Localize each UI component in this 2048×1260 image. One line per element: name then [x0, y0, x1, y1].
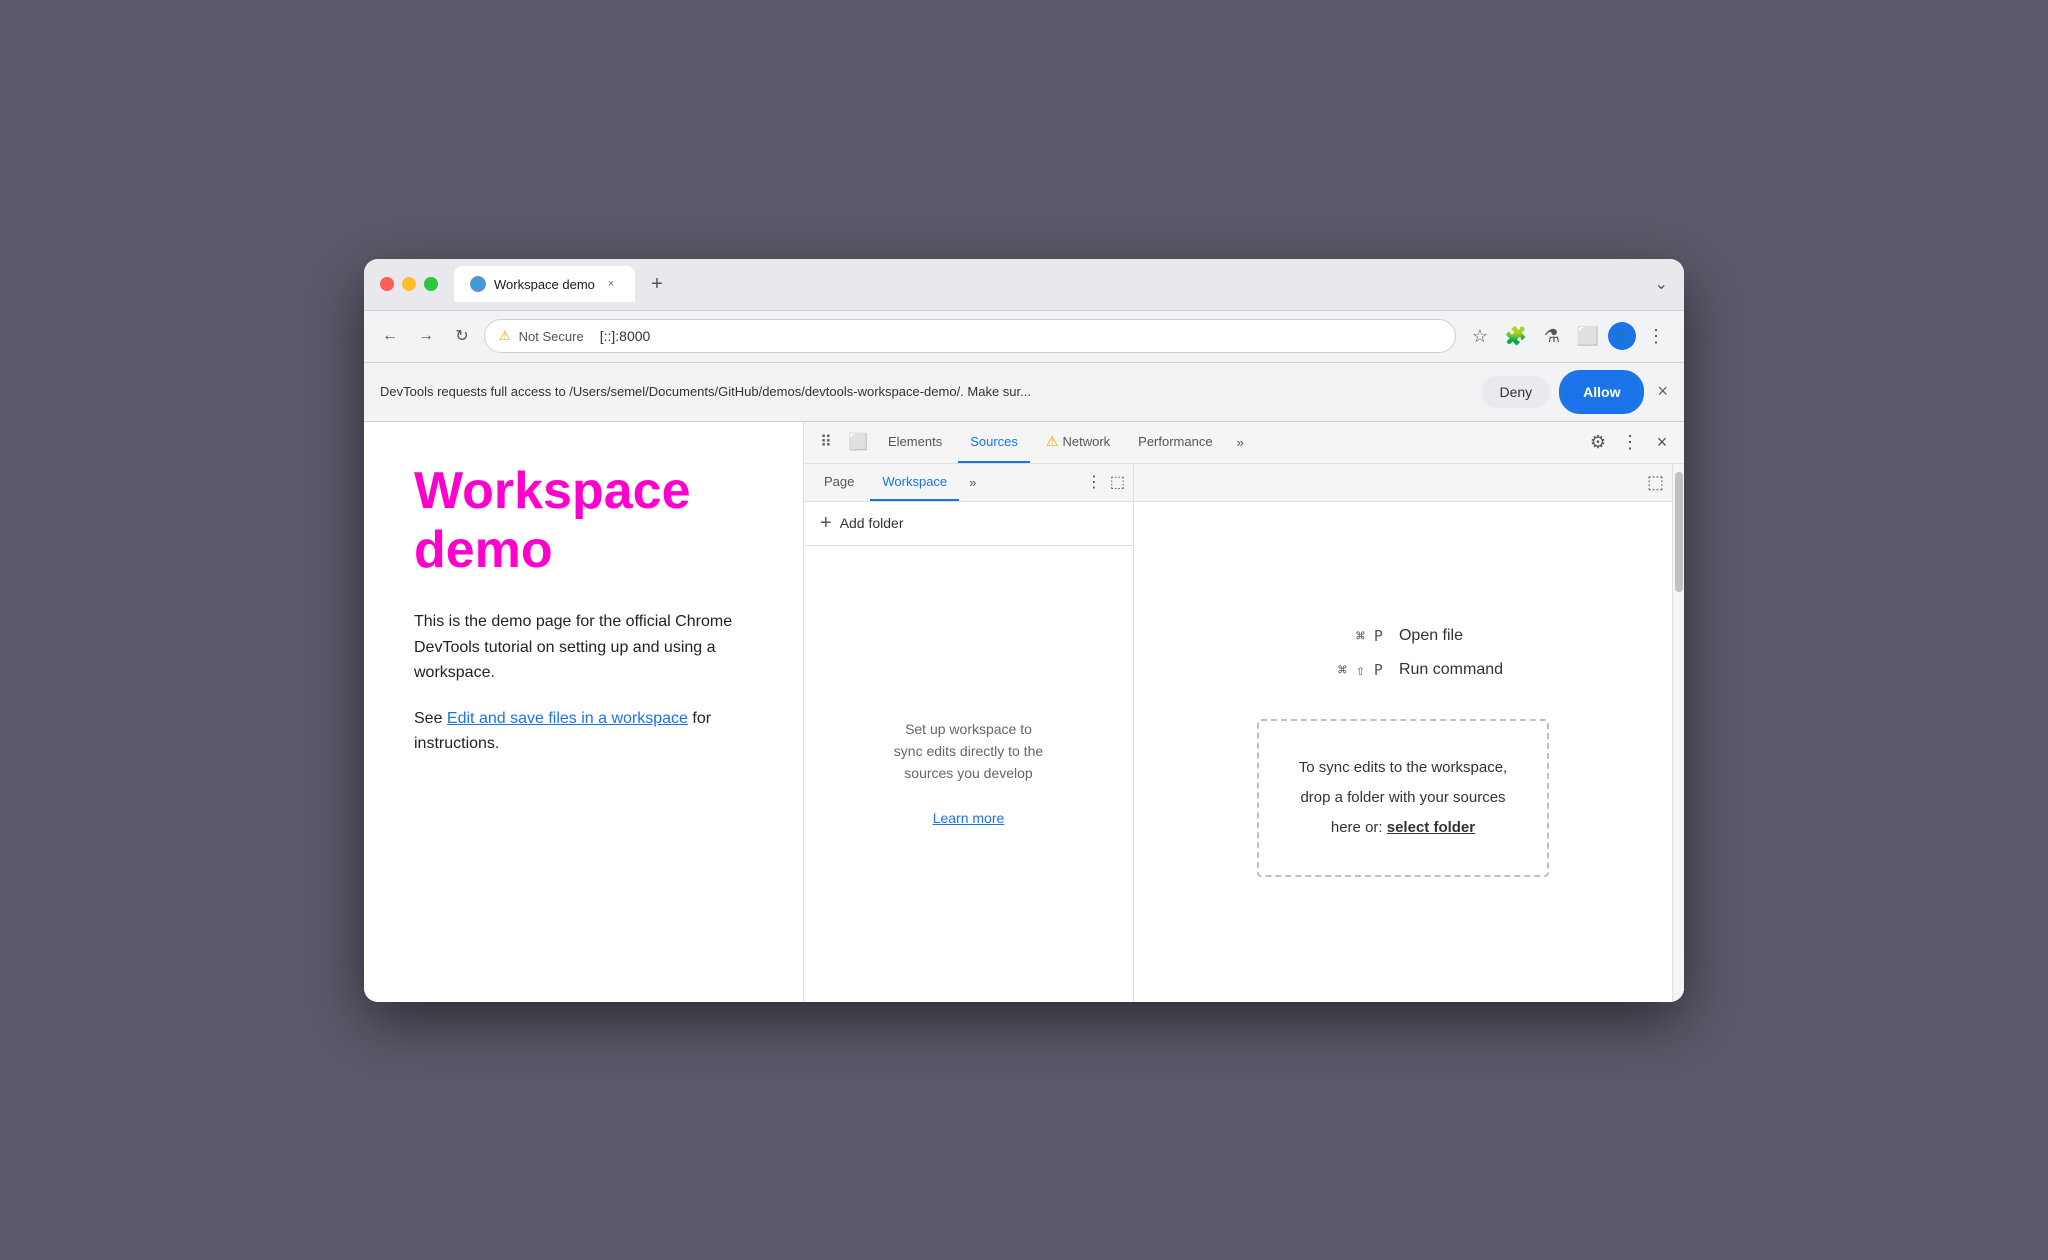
shortcut1-keys: ⌘ P: [1303, 627, 1383, 645]
subtab-kebab-button[interactable]: ⋮: [1086, 472, 1102, 492]
workspace-empty-line1: Set up workspace to: [905, 718, 1032, 740]
new-tab-button[interactable]: +: [643, 270, 671, 298]
traffic-lights: [380, 277, 438, 291]
devtools-panel: ⠿ ⬜ Elements Sources ⚠ Network Performan…: [804, 422, 1684, 1002]
not-secure-label: Not Secure: [519, 329, 584, 344]
subtab-page[interactable]: Page: [812, 463, 866, 501]
workspace-link[interactable]: Edit and save files in a workspace: [447, 710, 688, 727]
devtools-body: Page Workspace » ⋮ ⬚ + Add folder: [804, 464, 1684, 1002]
layout-toggle-button[interactable]: ⬚: [1110, 472, 1125, 492]
workspace-empty-area: Set up workspace to sync edits directly …: [804, 546, 1133, 1002]
webpage-content: Workspace demo This is the demo page for…: [364, 422, 804, 1002]
notification-bar: DevTools requests full access to /Users/…: [364, 363, 1684, 422]
devtools-topbar: ⠿ ⬜ Elements Sources ⚠ Network Performan…: [804, 422, 1684, 464]
devtools-device-icon[interactable]: ⬜: [844, 428, 872, 456]
toolbar-icons: ☆ 🧩 ⚗ ⬜ 👤 ⋮: [1464, 320, 1672, 352]
tab-network[interactable]: ⚠ Network: [1034, 421, 1122, 463]
split-screen-icon[interactable]: ⬜: [1572, 320, 1604, 352]
notification-close-button[interactable]: ×: [1657, 381, 1668, 402]
tab-elements[interactable]: Elements: [876, 421, 954, 463]
page-body-2-prefix: See: [414, 710, 447, 727]
add-folder-label: Add folder: [840, 515, 904, 531]
title-bar: 🌐 Workspace demo × + ⌄: [364, 259, 1684, 311]
tab-bar: 🌐 Workspace demo × +: [454, 266, 1655, 302]
shortcut1-label: Open file: [1399, 627, 1463, 645]
notification-text: DevTools requests full access to /Users/…: [380, 384, 1469, 399]
main-content: Workspace demo This is the demo page for…: [364, 422, 1684, 1002]
add-folder-plus-icon: +: [820, 512, 832, 535]
dt-editor-area: ⌘ P Open file ⌘ ⇧ P Run command To sync …: [1134, 502, 1672, 1002]
drop-zone-line2: drop a folder with your sources: [1299, 783, 1507, 813]
labs-icon[interactable]: ⚗: [1536, 320, 1568, 352]
add-folder-row[interactable]: + Add folder: [804, 502, 1133, 546]
not-secure-icon: ⚠: [499, 328, 511, 344]
sidebar-toggle-button[interactable]: ⬚: [1647, 472, 1664, 493]
back-button[interactable]: ←: [376, 322, 404, 350]
tab-title: Workspace demo: [494, 277, 595, 292]
workspace-empty-line2: sync edits directly to the: [894, 740, 1043, 762]
shortcut2-keys: ⌘ ⇧ P: [1303, 661, 1383, 679]
dt-right-panel: ⬚ ⌘ P Open file ⌘ ⇧ P R: [1134, 464, 1672, 1002]
url-text: [::]:8000: [600, 328, 651, 344]
extensions-icon[interactable]: 🧩: [1500, 320, 1532, 352]
devtools-cursor-icon[interactable]: ⠿: [812, 428, 840, 456]
drop-zone-line1: To sync edits to the workspace,: [1299, 753, 1507, 783]
browser-window: 🌐 Workspace demo × + ⌄ ← → ↻ ⚠ Not Secur…: [364, 259, 1684, 1002]
dt-right-topbar: ⬚: [1134, 464, 1672, 502]
drop-zone-prefix: here or:: [1331, 819, 1387, 836]
subtab-more-button[interactable]: »: [963, 475, 982, 490]
allow-button[interactable]: Allow: [1562, 373, 1641, 411]
profile-icon[interactable]: 👤: [1608, 322, 1636, 350]
dt-subtabs: Page Workspace » ⋮ ⬚: [804, 464, 1133, 502]
network-warn-icon: ⚠: [1046, 433, 1059, 450]
select-folder-link[interactable]: select folder: [1387, 819, 1475, 836]
dt-left-panel: Page Workspace » ⋮ ⬚ + Add folder: [804, 464, 1134, 1002]
shortcut-open-file: ⌘ P Open file: [1303, 627, 1503, 645]
refresh-button[interactable]: ↻: [448, 322, 476, 350]
devtools-close-button[interactable]: ×: [1648, 428, 1676, 456]
drop-zone-line3: here or: select folder: [1299, 813, 1507, 843]
page-body-2: See Edit and save files in a workspace f…: [414, 706, 753, 757]
devtools-settings-icon[interactable]: ⚙: [1584, 428, 1612, 456]
page-body-1: This is the demo page for the official C…: [414, 609, 753, 686]
active-tab[interactable]: 🌐 Workspace demo ×: [454, 266, 635, 302]
workspace-empty-line3: sources you develop: [904, 762, 1032, 784]
dt-scrollbar[interactable]: [1672, 464, 1684, 1002]
tab-favicon: 🌐: [470, 276, 486, 292]
learn-more-link[interactable]: Learn more: [933, 807, 1005, 829]
forward-button[interactable]: →: [412, 322, 440, 350]
minimize-traffic-light[interactable]: [402, 277, 416, 291]
deny-button[interactable]: Deny: [1481, 376, 1550, 408]
tab-performance[interactable]: Performance: [1126, 421, 1224, 463]
tab-dropdown-button[interactable]: ⌄: [1655, 274, 1668, 294]
subtab-workspace[interactable]: Workspace: [870, 463, 959, 501]
menu-icon[interactable]: ⋮: [1640, 320, 1672, 352]
bookmark-icon[interactable]: ☆: [1464, 320, 1496, 352]
devtools-more-icon[interactable]: ⋮: [1616, 428, 1644, 456]
shortcut2-label: Run command: [1399, 661, 1503, 679]
close-traffic-light[interactable]: [380, 277, 394, 291]
tab-close-button[interactable]: ×: [603, 276, 619, 292]
dt-scrollbar-thumb: [1675, 472, 1683, 592]
tab-sources[interactable]: Sources: [958, 421, 1030, 463]
address-field[interactable]: ⚠ Not Secure [::]:8000: [484, 319, 1456, 353]
more-tabs-button[interactable]: »: [1229, 435, 1252, 450]
address-bar: ← → ↻ ⚠ Not Secure [::]:8000 ☆ 🧩 ⚗ ⬜ 👤 ⋮: [364, 311, 1684, 363]
drop-zone[interactable]: To sync edits to the workspace, drop a f…: [1257, 719, 1549, 877]
dt-right-with-scroll: ⬚ ⌘ P Open file ⌘ ⇧ P R: [1134, 464, 1684, 1002]
dt-shortcuts: ⌘ P Open file ⌘ ⇧ P Run command: [1303, 627, 1503, 679]
page-title: Workspace demo: [414, 462, 753, 582]
shortcut-run-command: ⌘ ⇧ P Run command: [1303, 661, 1503, 679]
maximize-traffic-light[interactable]: [424, 277, 438, 291]
